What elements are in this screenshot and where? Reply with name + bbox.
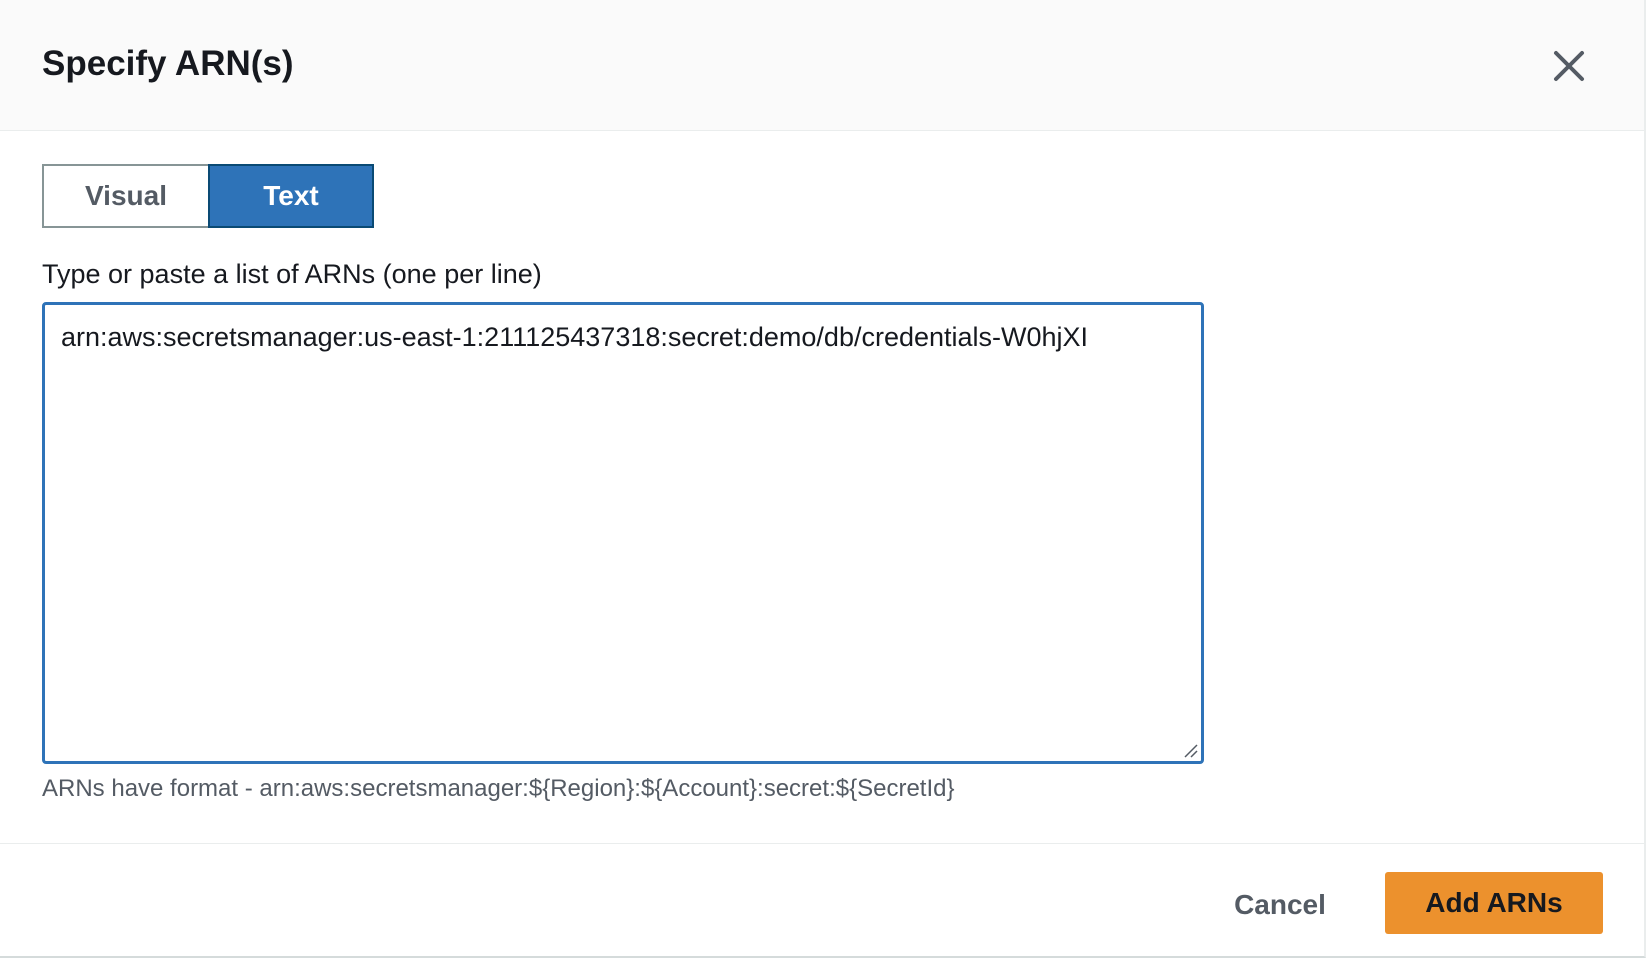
arn-list-value[interactable]: arn:aws:secretsmanager:us-east-1:2111254… — [61, 319, 1088, 355]
modal-title: Specify ARN(s) — [42, 44, 294, 83]
specify-arns-modal: Specify ARN(s) Visual Text Type or paste… — [0, 0, 1646, 958]
resize-handle-icon[interactable] — [1181, 741, 1199, 759]
editor-mode-toggle: Visual Text — [42, 164, 374, 228]
add-arns-button[interactable]: Add ARNs — [1385, 872, 1603, 934]
close-icon[interactable] — [1548, 45, 1590, 87]
toggle-text[interactable]: Text — [208, 164, 374, 228]
arn-list-label: Type or paste a list of ARNs (one per li… — [42, 259, 542, 289]
arn-format-hint: ARNs have format - arn:aws:secretsmanage… — [42, 775, 955, 802]
cancel-button[interactable]: Cancel — [1210, 874, 1350, 936]
arn-list-textarea[interactable]: arn:aws:secretsmanager:us-east-1:2111254… — [42, 302, 1204, 764]
toggle-visual[interactable]: Visual — [42, 164, 208, 228]
modal-header: Specify ARN(s) — [0, 0, 1644, 131]
